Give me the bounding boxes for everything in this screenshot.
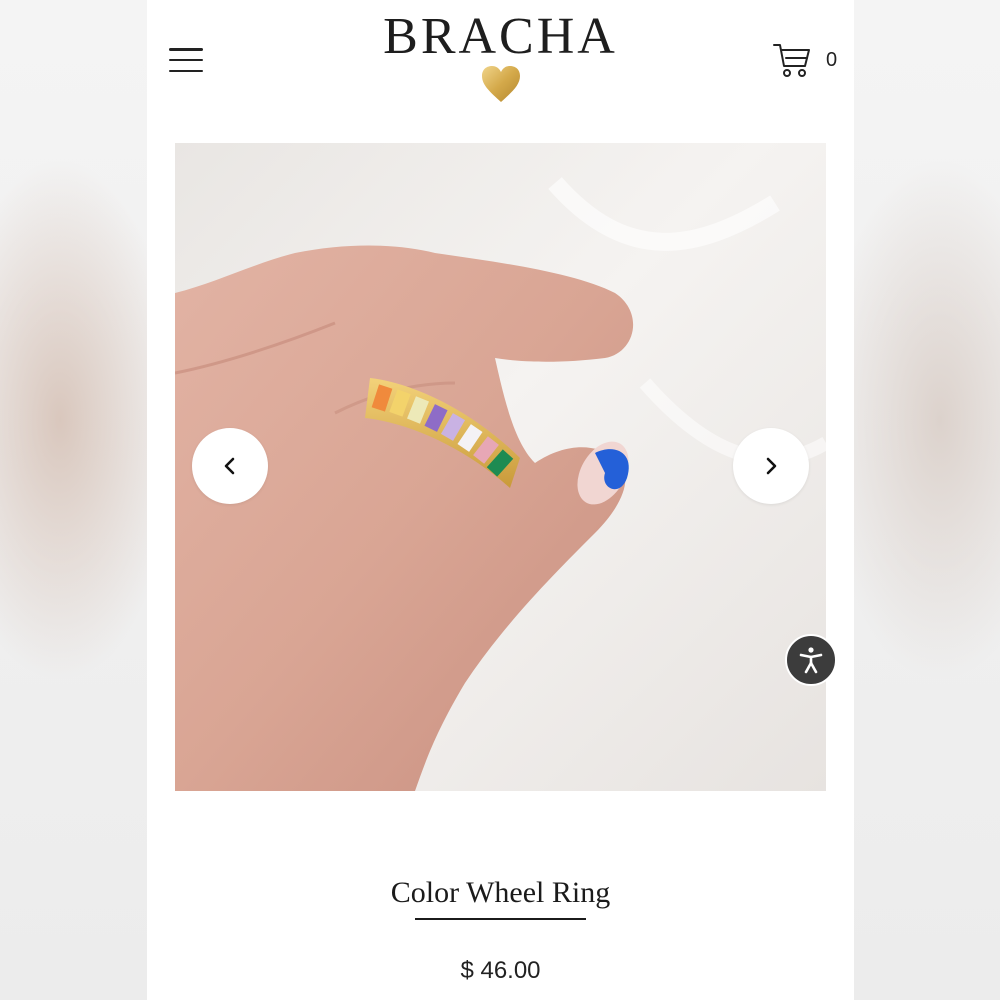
brand-logo[interactable]: BRACHA <box>147 8 854 104</box>
product-image <box>175 143 826 791</box>
accessibility-icon <box>799 647 823 674</box>
next-image-button[interactable] <box>733 428 809 504</box>
chevron-left-icon <box>224 457 235 475</box>
chevron-right-icon <box>766 457 777 475</box>
product-image-gallery[interactable] <box>175 143 826 791</box>
heart-icon <box>481 66 520 102</box>
product-price: $ 46.00 <box>460 957 541 984</box>
previous-image-button[interactable] <box>192 428 268 504</box>
cart-button[interactable]: 0 <box>772 40 837 80</box>
title-underline <box>415 918 586 920</box>
accessibility-button[interactable] <box>785 634 837 686</box>
cart-count: 0 <box>826 48 838 71</box>
product-title: Color Wheel Ring <box>390 876 611 909</box>
brand-name: BRACHA <box>383 8 618 65</box>
mobile-page: BRACHA 0 Color Wheel Ring $ 46.00 <box>147 0 854 1000</box>
cart-icon <box>773 44 810 77</box>
